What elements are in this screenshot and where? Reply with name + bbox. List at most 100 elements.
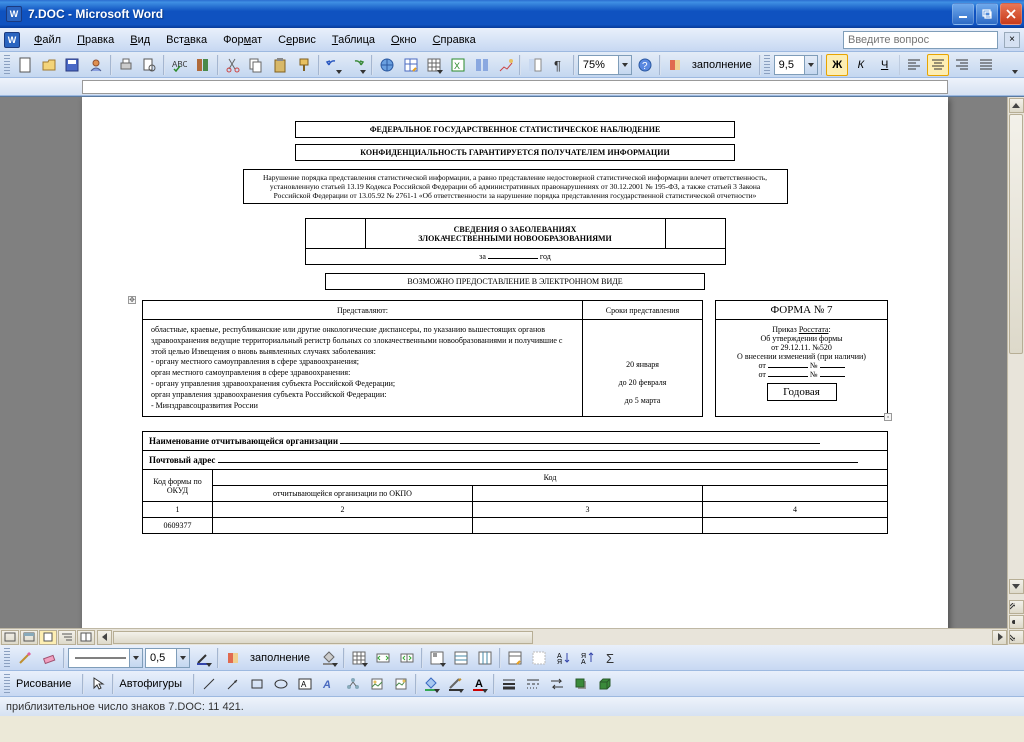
table-move-handle[interactable]: ✥ (128, 296, 136, 304)
print-preview-button[interactable] (139, 54, 161, 76)
drawing-menu[interactable]: Рисование (14, 678, 73, 690)
drawing-button[interactable] (495, 54, 517, 76)
line-style-button[interactable] (498, 673, 520, 695)
insert-table-button[interactable] (424, 54, 446, 76)
dash-style-button[interactable] (522, 673, 544, 695)
save-button[interactable] (61, 54, 83, 76)
document-page[interactable]: ФЕДЕРАЛЬНОЕ ГОСУДАРСТВЕННОЕ СТАТИСТИЧЕСК… (82, 97, 948, 645)
underline-button[interactable]: Ч (874, 54, 896, 76)
paste-button[interactable] (269, 54, 291, 76)
merge-cells-button[interactable] (372, 647, 394, 669)
hyperlink-button[interactable] (376, 54, 398, 76)
autoshapes-menu[interactable]: Автофигуры (117, 678, 184, 690)
read-label[interactable]: заполнение (688, 59, 756, 71)
3d-button[interactable] (594, 673, 616, 695)
show-marks-button[interactable]: ¶ (548, 54, 570, 76)
format-painter-button[interactable] (293, 54, 315, 76)
print-button[interactable] (115, 54, 137, 76)
scroll-down-button[interactable] (1009, 579, 1024, 594)
copy-button[interactable] (245, 54, 267, 76)
scroll-up-button[interactable] (1009, 98, 1024, 113)
align-center-button[interactable] (927, 54, 949, 76)
shadow-button[interactable] (570, 673, 592, 695)
fontsize-combo[interactable]: 9,5 (774, 55, 819, 75)
horizontal-ruler[interactable] (0, 78, 1024, 96)
menu-file[interactable]: Файл (26, 32, 69, 48)
oval-button[interactable] (270, 673, 292, 695)
scroll-thumb-v[interactable] (1009, 114, 1023, 354)
distribute-cols-button[interactable] (474, 647, 496, 669)
undo-button[interactable] (323, 54, 345, 76)
scroll-right-button[interactable] (992, 630, 1007, 645)
italic-button[interactable]: К (850, 54, 872, 76)
permission-button[interactable] (85, 54, 107, 76)
help2-button[interactable]: ? (634, 54, 656, 76)
browse-prev-button[interactable] (1009, 600, 1024, 614)
vertical-scrollbar[interactable] (1007, 97, 1024, 645)
zoom-combo[interactable]: 75% (578, 55, 633, 75)
menubar-close-button[interactable]: × (1004, 32, 1020, 48)
spellcheck-button[interactable]: ABC (168, 54, 190, 76)
line-style-combo[interactable] (68, 648, 143, 668)
autosum-button[interactable]: Σ (600, 647, 622, 669)
sort-asc-button[interactable]: АЯ (552, 647, 574, 669)
menu-table[interactable]: Таблица (324, 32, 383, 48)
new-doc-button[interactable] (14, 54, 36, 76)
research-button[interactable] (192, 54, 214, 76)
picture-button[interactable] (390, 673, 412, 695)
table-resize-handle[interactable]: ▫ (884, 413, 892, 421)
menu-view[interactable]: Вид (122, 32, 158, 48)
docmap-button[interactable] (524, 54, 546, 76)
browse-next-button[interactable] (1009, 630, 1024, 644)
view-normal-button[interactable] (1, 630, 19, 645)
fill-color-button[interactable] (420, 673, 442, 695)
scroll-thumb-h[interactable] (113, 631, 533, 644)
textbox-button[interactable]: A (294, 673, 316, 695)
menu-edit[interactable]: Правка (69, 32, 122, 48)
toolbar-grip[interactable] (4, 55, 10, 75)
open-button[interactable] (38, 54, 60, 76)
excel-button[interactable]: X (447, 54, 469, 76)
diagram-button[interactable] (342, 673, 364, 695)
line-button[interactable] (198, 673, 220, 695)
read-icon[interactable] (664, 54, 686, 76)
scroll-left-button[interactable] (97, 630, 112, 645)
columns-button[interactable] (471, 54, 493, 76)
word-doc-icon[interactable]: W (4, 32, 20, 48)
menu-insert[interactable]: Вставка (158, 32, 215, 48)
minimize-button[interactable] (952, 3, 974, 25)
toolbar-overflow[interactable] (998, 54, 1020, 76)
split-cells-button[interactable] (396, 647, 418, 669)
tables-borders-button[interactable] (400, 54, 422, 76)
menu-help[interactable]: Справка (425, 32, 484, 48)
border-color-button[interactable] (192, 647, 214, 669)
toolbar-grip-3[interactable] (4, 648, 10, 668)
draw-table-button[interactable] (14, 647, 36, 669)
align-left-button[interactable] (903, 54, 925, 76)
view-print-button[interactable] (39, 630, 57, 645)
menu-tools[interactable]: Сервис (270, 32, 324, 48)
border-style-icon[interactable] (222, 647, 244, 669)
arrow-button[interactable] (222, 673, 244, 695)
font-color-button[interactable]: A (468, 673, 490, 695)
wordart-button[interactable]: A (318, 673, 340, 695)
border-style-label[interactable]: заполнение (246, 652, 314, 664)
line-color-button[interactable] (444, 673, 466, 695)
eraser-button[interactable] (38, 647, 60, 669)
insert-table-button-2[interactable] (348, 647, 370, 669)
view-outline-button[interactable] (58, 630, 76, 645)
rectangle-button[interactable] (246, 673, 268, 695)
shading-color-button[interactable] (318, 647, 340, 669)
hide-gridlines-button[interactable] (528, 647, 550, 669)
toolbar-grip-4[interactable] (4, 674, 10, 694)
view-web-button[interactable] (20, 630, 38, 645)
toolbar-grip-2[interactable] (764, 55, 770, 75)
select-objects-button[interactable] (87, 673, 109, 695)
align-right-button[interactable] (951, 54, 973, 76)
clipart-button[interactable] (366, 673, 388, 695)
menu-window[interactable]: Окно (383, 32, 425, 48)
arrow-style-button[interactable] (546, 673, 568, 695)
help-question-input[interactable] (843, 31, 998, 49)
cell-align-button[interactable] (426, 647, 448, 669)
close-button[interactable] (1000, 3, 1022, 25)
